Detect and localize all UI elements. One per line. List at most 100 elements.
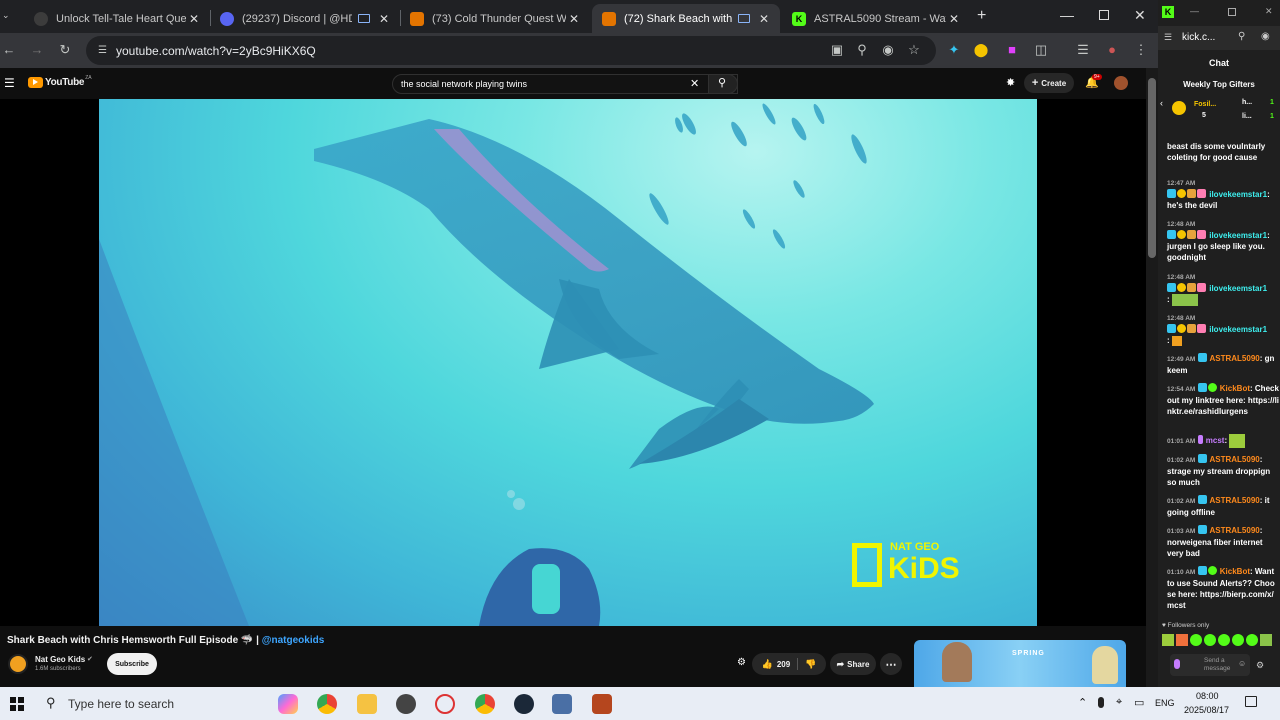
- chat-username[interactable]: ASTRAL5090: [1209, 526, 1259, 535]
- notification-center-icon[interactable]: [1245, 696, 1257, 707]
- clock-time[interactable]: 08:00: [1196, 691, 1219, 701]
- chat-username[interactable]: mcst: [1206, 436, 1225, 445]
- chat-username[interactable]: ilovekeemstar1: [1209, 231, 1267, 240]
- chat-username[interactable]: ASTRAL5090: [1209, 354, 1259, 363]
- clear-search-icon[interactable]: ✕: [690, 77, 699, 90]
- eye-off-icon[interactable]: ◉: [1261, 31, 1270, 42]
- cast-icon[interactable]: ▣: [828, 41, 846, 59]
- emote-icon[interactable]: [1246, 634, 1258, 646]
- more-actions-button[interactable]: ⋯: [880, 653, 902, 675]
- search-button[interactable]: ⚲: [708, 74, 738, 94]
- tab-unlock-quest[interactable]: Unlock Tell-Tale Heart Quest ✕: [24, 4, 210, 33]
- hamburger-menu-icon[interactable]: ☰: [4, 76, 15, 90]
- send-message-input[interactable]: Send a message ☺: [1170, 654, 1250, 676]
- close-icon[interactable]: ✕: [186, 12, 202, 26]
- emote-icon[interactable]: [1176, 634, 1188, 646]
- emote-icon[interactable]: [1204, 634, 1216, 646]
- address-bar[interactable]: ☰ youtube.com/watch?v=2yBc9HiKX6Q: [86, 36, 936, 65]
- extension-icon-2[interactable]: ⬤: [972, 41, 990, 59]
- more-menu-icon[interactable]: ⋮: [1132, 41, 1150, 59]
- file-explorer-icon[interactable]: [357, 694, 377, 714]
- create-button[interactable]: + Create: [1024, 73, 1074, 93]
- chat-username[interactable]: ilovekeemstar1: [1209, 325, 1267, 334]
- close-window-button[interactable]: ✕: [1134, 7, 1146, 24]
- kick-maximize-button[interactable]: [1228, 8, 1236, 16]
- chat-username[interactable]: ilovekeemstar1: [1209, 284, 1267, 293]
- tab-search-button[interactable]: ⌄: [2, 10, 14, 24]
- taskbar-search-box[interactable]: ⚲ Type here to search: [36, 687, 272, 720]
- extension-icon-3[interactable]: ■: [1003, 41, 1021, 59]
- video-player[interactable]: NAT GEO KiDS: [0, 99, 1146, 626]
- channel-name[interactable]: Nat Geo Kids: [35, 655, 85, 664]
- page-scrollbar[interactable]: [1146, 68, 1158, 687]
- chat-settings-icon[interactable]: ⚙: [1256, 660, 1264, 671]
- youtube-logo[interactable]: YouTube ZA: [28, 75, 92, 88]
- scrollbar-thumb[interactable]: [1148, 78, 1156, 258]
- emote-bar[interactable]: [1162, 634, 1280, 650]
- copilot-icon[interactable]: [278, 694, 298, 714]
- network-icon[interactable]: ⌖: [1116, 696, 1122, 709]
- search-input[interactable]: the social network playing twins: [392, 74, 738, 94]
- minimize-window-button[interactable]: —: [1060, 7, 1074, 23]
- clock-date[interactable]: 2025/08/17: [1184, 705, 1229, 715]
- chrome-icon[interactable]: [317, 694, 337, 714]
- snipping-tool-icon[interactable]: [435, 694, 455, 714]
- like-button[interactable]: 👍 209: [762, 659, 791, 670]
- extension-blaze-icon[interactable]: ✸: [1006, 76, 1015, 89]
- emote-icon[interactable]: [1218, 634, 1230, 646]
- game-app-icon-2[interactable]: [592, 694, 612, 714]
- account-avatar[interactable]: [1114, 76, 1128, 90]
- extension-gear-icon[interactable]: ⚙: [737, 657, 746, 668]
- sidebar-ad-banner[interactable]: SPRING: [914, 640, 1126, 687]
- close-icon[interactable]: ✕: [376, 12, 392, 26]
- emoji-icon[interactable]: ☺: [1238, 659, 1246, 668]
- subscribe-button[interactable]: Subscribe: [107, 653, 157, 675]
- tab-shark-beach[interactable]: (72) Shark Beach with Chris ✕: [592, 4, 780, 33]
- steam-icon[interactable]: [514, 694, 534, 714]
- tray-overflow-chevron-icon[interactable]: ⌃: [1078, 696, 1087, 709]
- zoom-icon[interactable]: ⚲: [853, 41, 871, 59]
- chat-username[interactable]: ASTRAL5090: [1209, 455, 1259, 464]
- eye-off-icon[interactable]: ◉: [879, 41, 897, 59]
- site-settings-icon[interactable]: ☰: [1164, 32, 1172, 43]
- app-icon-dark-circle[interactable]: [396, 694, 416, 714]
- emote-icon[interactable]: [1190, 634, 1202, 646]
- tab-kick-stream[interactable]: K ASTRAL5090 Stream - Watch Li ✕: [782, 4, 970, 33]
- windows-start-icon[interactable]: [10, 697, 24, 711]
- video-frame[interactable]: NAT GEO KiDS: [99, 99, 1037, 626]
- extensions-puzzle-icon[interactable]: ◫: [1032, 41, 1050, 59]
- chat-username[interactable]: ASTRAL5090: [1209, 496, 1259, 505]
- chat-username[interactable]: KickBot: [1220, 567, 1250, 576]
- kick-minimize-button[interactable]: —: [1190, 6, 1199, 16]
- close-icon[interactable]: ✕: [756, 12, 772, 26]
- close-icon[interactable]: ✕: [566, 12, 582, 26]
- display-icon[interactable]: ▭: [1134, 696, 1144, 709]
- channel-avatar[interactable]: [8, 654, 28, 674]
- site-info-icon[interactable]: ☰: [98, 45, 107, 56]
- bookmark-star-icon[interactable]: ☆: [905, 41, 923, 59]
- chrome-profile-icon[interactable]: [475, 694, 495, 714]
- emote-icon[interactable]: [1162, 634, 1174, 646]
- profile-avatar[interactable]: ●: [1103, 41, 1121, 59]
- emote-icon[interactable]: [1260, 634, 1272, 646]
- kick-address-bar[interactable]: ☰ kick.c... ⚲ ◉: [1158, 26, 1280, 50]
- tab-cold-thunder[interactable]: (73) Cold Thunder Quest Walkt ✕: [400, 4, 590, 33]
- microphone-icon[interactable]: [1098, 697, 1104, 708]
- chat-username[interactable]: ilovekeemstar1: [1209, 190, 1267, 199]
- dislike-button[interactable]: 👎: [805, 659, 816, 670]
- back-arrow-icon[interactable]: ←: [0, 41, 18, 59]
- input-language[interactable]: ENG: [1155, 698, 1175, 708]
- game-app-icon[interactable]: [552, 694, 572, 714]
- reload-icon[interactable]: ↻: [56, 41, 74, 59]
- kick-close-button[interactable]: ✕: [1265, 6, 1273, 17]
- tab-discord[interactable]: (29237) Discord | @HDHDH ✕: [210, 4, 400, 33]
- media-controls-icon[interactable]: ☰: [1074, 41, 1092, 59]
- gifters-prev-icon[interactable]: ‹: [1160, 98, 1163, 108]
- maximize-window-button[interactable]: [1099, 10, 1109, 20]
- extension-icon-1[interactable]: ✦: [945, 41, 963, 59]
- close-icon[interactable]: ✕: [946, 12, 962, 26]
- channel-handle-link[interactable]: @natgeokids: [262, 635, 325, 646]
- zoom-icon[interactable]: ⚲: [1238, 31, 1245, 42]
- emote-icon[interactable]: [1232, 634, 1244, 646]
- share-button[interactable]: ➦ Share: [830, 653, 876, 675]
